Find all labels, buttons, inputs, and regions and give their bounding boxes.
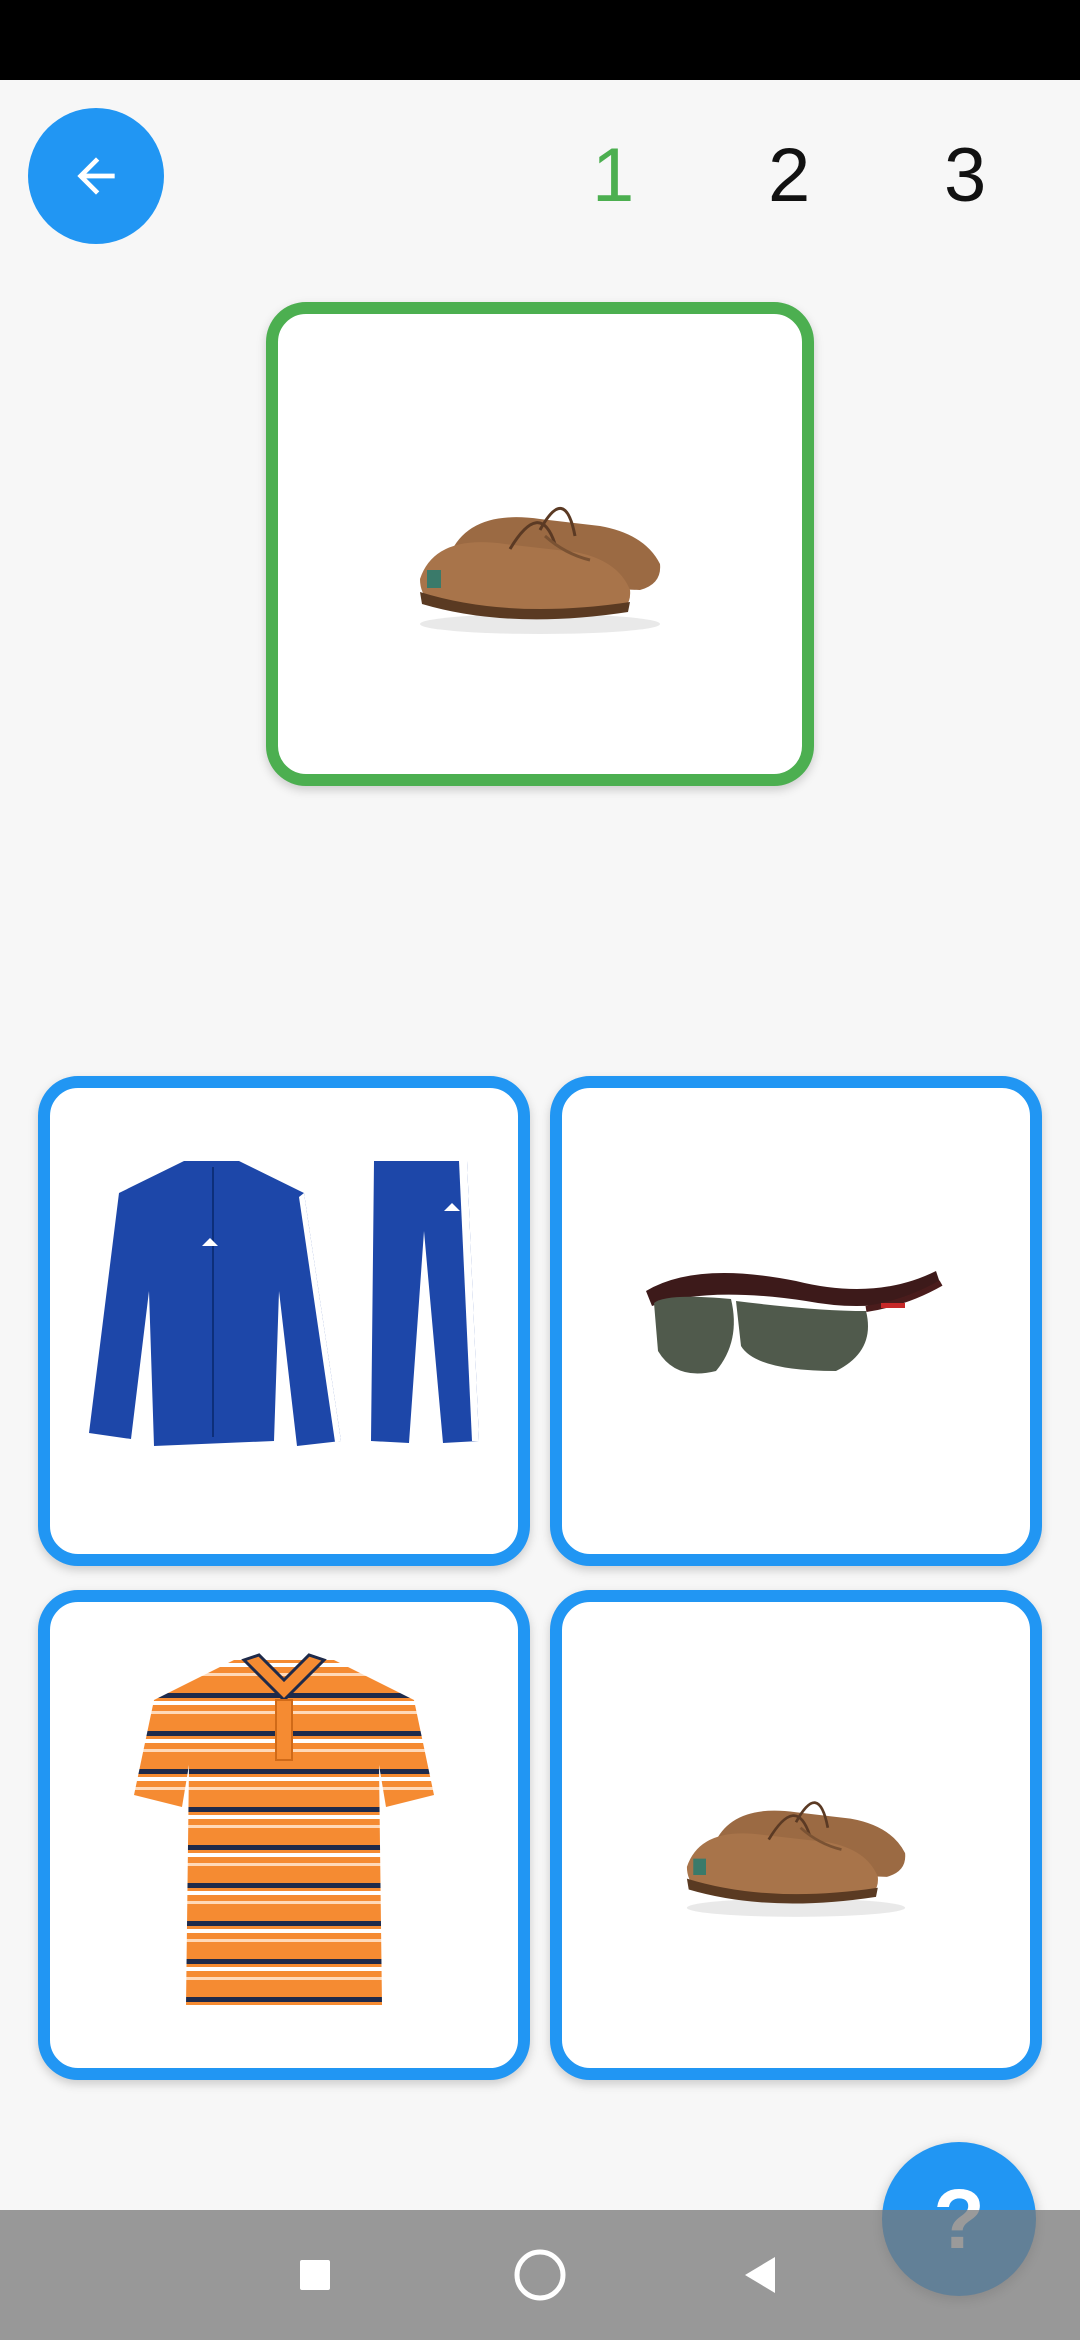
status-bar [0, 0, 1080, 80]
target-card [266, 302, 814, 786]
step-1: 1 [592, 133, 635, 218]
boat-shoes-image [686, 1801, 906, 1917]
sunglasses-image [646, 1271, 943, 1374]
triangle-back-icon [745, 2257, 775, 2293]
navigation-bar [0, 2210, 1080, 2340]
recent-apps-button[interactable] [275, 2235, 355, 2315]
arrow-left-icon [77, 157, 115, 195]
circle-home-icon [514, 2249, 566, 2301]
home-button[interactable] [500, 2235, 580, 2315]
step-2: 2 [768, 133, 811, 218]
system-back-button[interactable] [720, 2235, 800, 2315]
tracksuit-image [89, 1161, 479, 1446]
striped-polo-shirt-image [134, 1653, 434, 2005]
boat-shoes-image [420, 507, 661, 634]
option-card-polo-shirt[interactable] [38, 1590, 530, 2080]
back-button[interactable] [28, 108, 164, 244]
option-card-sunglasses[interactable] [550, 1076, 1042, 1566]
option-card-boat-shoes[interactable] [550, 1590, 1042, 2080]
step-indicator: 1 2 3 [560, 128, 1040, 228]
step-3: 3 [944, 133, 987, 218]
square-recent-icon [300, 2260, 330, 2290]
option-card-tracksuit[interactable] [38, 1076, 530, 1566]
